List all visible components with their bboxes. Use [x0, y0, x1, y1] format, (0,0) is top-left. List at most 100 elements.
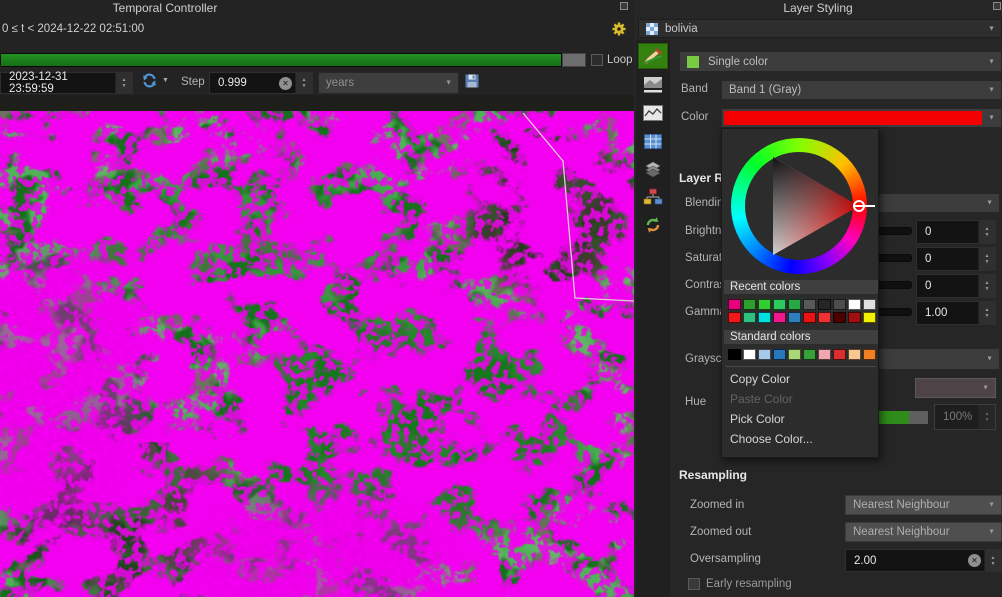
standard-colors-header: Standard colors	[724, 330, 878, 344]
color-swatch[interactable]	[803, 349, 816, 360]
saturation-spinner[interactable]: ▲▼	[978, 248, 995, 270]
color-picker-popup: Recent colors Standard colors Copy Color…	[721, 128, 879, 458]
styling-tab-strip	[636, 40, 670, 597]
save-icon[interactable]	[464, 73, 480, 92]
color-menu-item[interactable]: Choose Color...	[722, 429, 880, 449]
color-swatch[interactable]	[788, 312, 801, 323]
standard-colors-grid	[728, 349, 878, 360]
step-unit-value: years	[326, 77, 354, 89]
transparency-icon	[643, 76, 663, 94]
color-swatch[interactable]	[803, 299, 816, 310]
panel-title: Temporal Controller	[60, 1, 270, 15]
contrast-input[interactable]: 0 ▲▼	[916, 274, 996, 298]
zoomed-out-value: Nearest Neighbour	[853, 526, 950, 538]
contrast-value: 0	[917, 275, 978, 297]
step-input[interactable]: 0.999 ✕ ▲▼	[209, 72, 313, 94]
brightness-input[interactable]: 0 ▲▼	[916, 220, 996, 244]
dock-panel-icon[interactable]	[620, 2, 628, 10]
color-swatch[interactable]	[728, 312, 741, 323]
colorize-color-select[interactable]: ▼	[915, 378, 996, 398]
color-swatch[interactable]	[818, 299, 831, 310]
tab-attribute-table[interactable]	[638, 128, 668, 154]
oversampling-input[interactable]: 2.00 ✕ ▲▼	[845, 549, 1002, 572]
temporal-slider[interactable]	[0, 53, 586, 67]
color-swatch[interactable]	[728, 349, 741, 360]
color-swatch[interactable]	[743, 299, 756, 310]
gamma-value: 1.00	[917, 302, 978, 324]
tab-histogram[interactable]	[638, 100, 668, 126]
color-swatch[interactable]	[833, 312, 846, 323]
recent-colors-header: Recent colors	[724, 280, 878, 294]
datetime-spinner[interactable]: ▲▼	[115, 73, 132, 93]
color-swatch[interactable]	[833, 349, 846, 360]
color-swatch[interactable]	[743, 312, 756, 323]
strength-spinner[interactable]: ▲▼	[978, 405, 995, 429]
tab-legend[interactable]	[638, 184, 668, 210]
band-select[interactable]: Band 1 (Gray) ▼	[721, 80, 1002, 100]
color-menu-item[interactable]: Pick Color	[722, 409, 880, 429]
layer-selector[interactable]: bolivia ▼	[638, 19, 1002, 38]
qgis-window: Temporal Controller 0 ≤ t < 2024-12-22 0…	[0, 0, 1002, 597]
saturation-value-triangle[interactable]	[722, 129, 880, 289]
color-swatch[interactable]	[803, 312, 816, 323]
strength-input[interactable]: 100% ▲▼	[934, 404, 996, 430]
paintbrush-icon	[642, 46, 664, 66]
early-resampling-label: Early resampling	[706, 578, 792, 590]
color-swatch[interactable]	[818, 312, 831, 323]
color-swatch[interactable]	[773, 299, 786, 310]
color-swatch[interactable]	[773, 312, 786, 323]
color-button[interactable]: ▼	[721, 108, 1002, 128]
color-swatch[interactable]	[758, 299, 771, 310]
color-swatch[interactable]	[848, 299, 861, 310]
saturation-value: 0	[917, 248, 978, 270]
tab-transparency[interactable]	[638, 72, 668, 98]
map-canvas[interactable]	[0, 95, 634, 597]
loop-checkbox[interactable]	[591, 54, 603, 66]
color-swatch[interactable]	[758, 349, 771, 360]
color-swatch[interactable]	[863, 349, 876, 360]
clear-oversampling-icon[interactable]: ✕	[968, 554, 981, 567]
color-swatch[interactable]	[788, 299, 801, 310]
brightness-spinner[interactable]: ▲▼	[978, 221, 995, 243]
gamma-spinner[interactable]: ▲▼	[978, 302, 995, 324]
color-swatch[interactable]	[848, 349, 861, 360]
oversampling-spinner[interactable]: ▲▼	[984, 550, 1001, 571]
color-swatch[interactable]	[788, 349, 801, 360]
saturation-input[interactable]: 0 ▲▼	[916, 247, 996, 271]
color-swatch[interactable]	[743, 349, 756, 360]
zoomed-out-select[interactable]: Nearest Neighbour ▼	[845, 522, 1002, 542]
dock-panel-icon[interactable]	[993, 2, 1001, 10]
strength-slider[interactable]	[879, 411, 928, 424]
tab-pyramids[interactable]	[638, 156, 668, 182]
temporal-settings-gear-icon[interactable]	[611, 21, 627, 40]
contrast-spinner[interactable]: ▲▼	[978, 275, 995, 297]
zoomed-in-label: Zoomed in	[690, 499, 744, 511]
color-swatch[interactable]	[758, 312, 771, 323]
color-swatch[interactable]	[728, 299, 741, 310]
gamma-input[interactable]: 1.00 ▲▼	[916, 301, 996, 325]
tab-symbology[interactable]	[638, 43, 668, 69]
step-spinner[interactable]: ▲▼	[295, 73, 312, 93]
refresh-frame-icon[interactable]	[141, 72, 158, 92]
datetime-field[interactable]: 2023-12-31 23:59:59 ▲▼	[0, 72, 133, 94]
brightness-value: 0	[917, 221, 978, 243]
zoomed-in-select[interactable]: Nearest Neighbour ▼	[845, 495, 1002, 515]
refresh-dropdown-caret[interactable]: ▼	[162, 77, 169, 84]
color-swatch[interactable]	[773, 349, 786, 360]
tab-history[interactable]	[638, 212, 668, 238]
color-menu: Copy Color Paste Color Pick Color Choose…	[722, 369, 880, 449]
color-swatch[interactable]	[863, 299, 876, 310]
clear-step-icon[interactable]: ✕	[279, 77, 292, 90]
color-swatch[interactable]	[833, 299, 846, 310]
menu-separator	[726, 366, 876, 367]
early-resampling-checkbox[interactable]	[688, 578, 700, 590]
temporal-slider-handle[interactable]	[562, 53, 586, 67]
step-unit-select[interactable]: years ▼	[318, 72, 459, 94]
color-swatch[interactable]	[863, 312, 876, 323]
color-swatch[interactable]	[848, 312, 861, 323]
renderer-select[interactable]: Single color ▼	[679, 51, 1002, 72]
color-menu-item[interactable]: Copy Color	[722, 369, 880, 389]
single-color-swatch-icon	[687, 56, 699, 68]
color-menu-item[interactable]: Paste Color	[722, 389, 880, 409]
color-swatch[interactable]	[818, 349, 831, 360]
